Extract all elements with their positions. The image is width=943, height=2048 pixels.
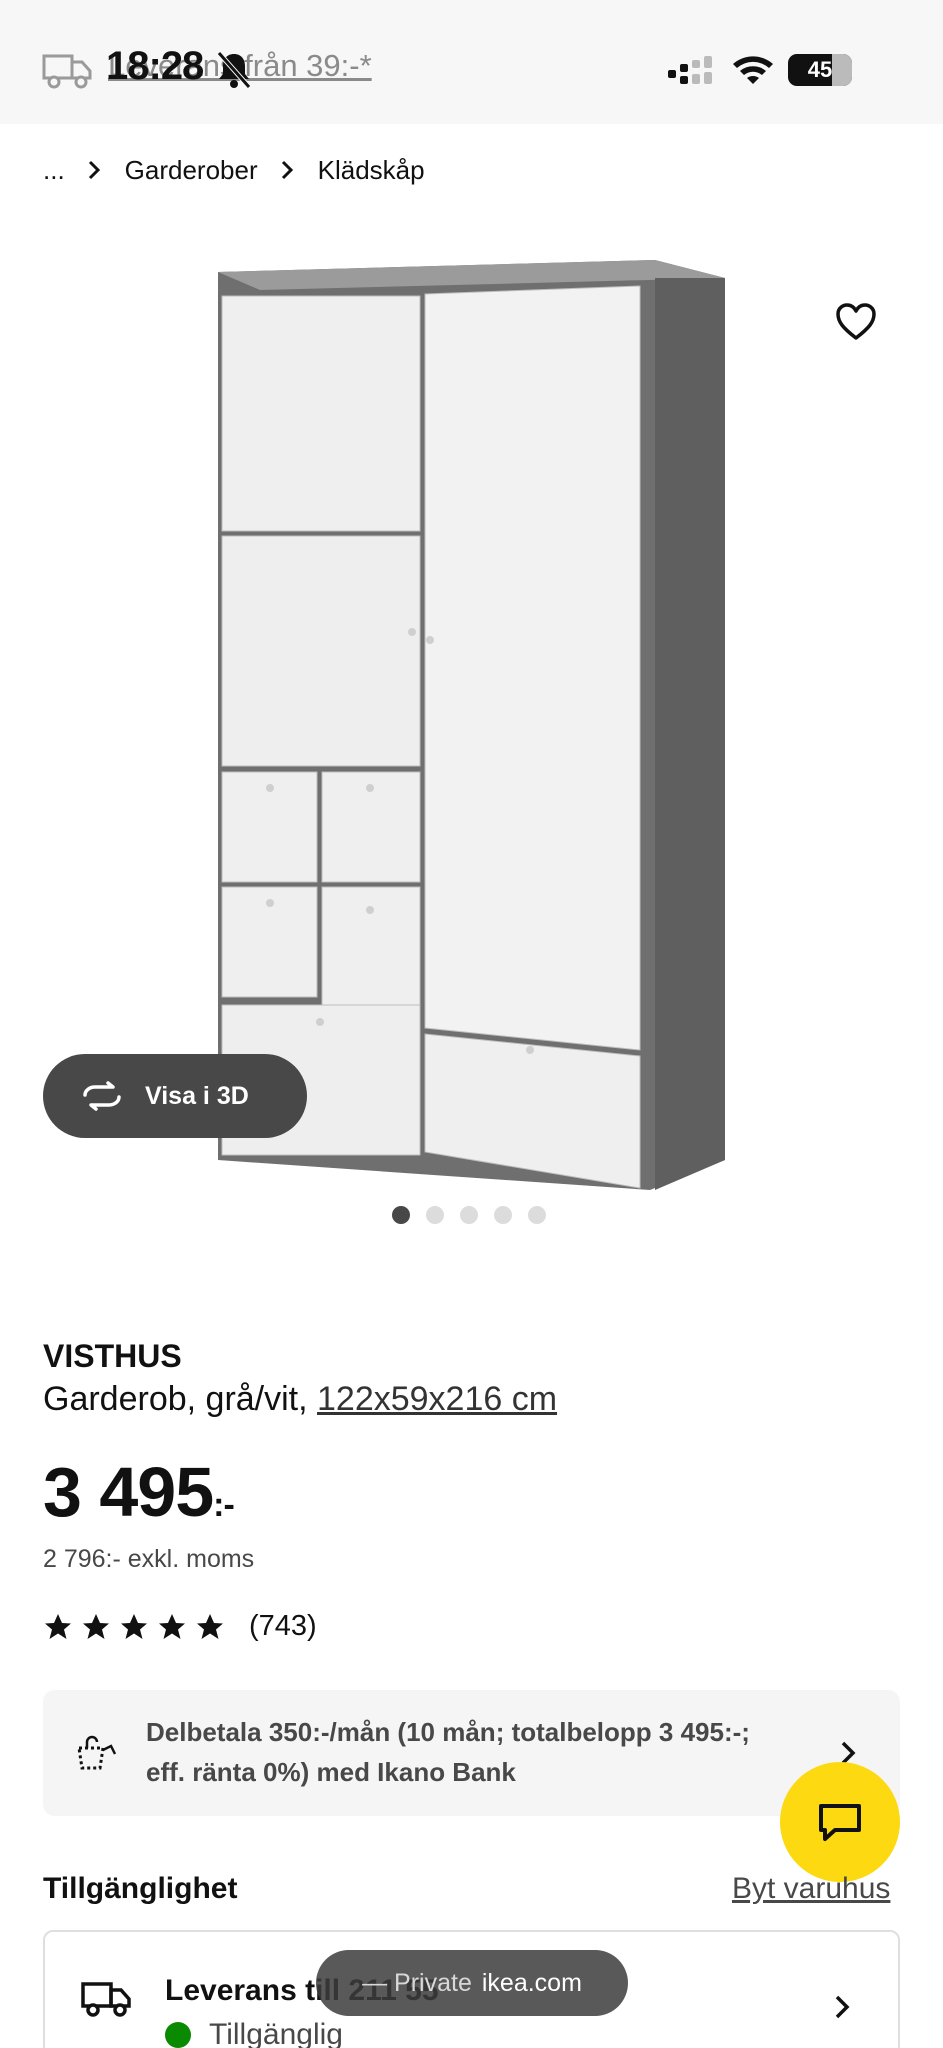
heart-icon <box>836 303 876 340</box>
chat-bubble-icon <box>819 1804 861 1841</box>
rotate-3d-icon <box>83 1081 121 1111</box>
breadcrumb-ellipsis[interactable]: ... <box>43 155 65 186</box>
shopping-bag-icon <box>77 1735 117 1770</box>
availability-title: Tillgänglighet <box>43 1872 238 1905</box>
product-dimensions-link[interactable]: 122x59x216 cm <box>317 1380 557 1418</box>
browser-domain: ikea.com <box>481 1968 582 1997</box>
breadcrumb: ... Garderober Klädskåp <box>43 152 425 188</box>
available-dot-icon <box>165 2022 191 2048</box>
truck-icon <box>42 54 92 89</box>
chat-button[interactable] <box>780 1762 900 1882</box>
product-description-text: Garderob, grå/vit, <box>43 1380 318 1418</box>
star-icon <box>159 1613 185 1639</box>
product-rating[interactable]: (743) <box>43 1610 317 1643</box>
rating-stars <box>43 1612 233 1642</box>
breadcrumb-item-kladskap[interactable]: Klädskåp <box>318 155 425 186</box>
star-icon <box>45 1613 71 1639</box>
private-mode-label: — Private <box>362 1968 472 1997</box>
change-store-link[interactable]: Byt varuhus <box>732 1872 890 1906</box>
product-price: 3 495:- <box>43 1452 235 1532</box>
gallery-dot[interactable] <box>460 1206 478 1224</box>
price-suffix: :- <box>213 1486 235 1524</box>
chevron-right-icon <box>81 157 107 183</box>
product-description: Garderob, grå/vit, 122x59x216 cm <box>43 1380 557 1419</box>
gallery-dot-active[interactable] <box>392 1206 410 1224</box>
star-icon <box>121 1613 147 1639</box>
add-to-favourites-button[interactable] <box>826 292 886 352</box>
delivery-status: Tillgänglig <box>165 2018 343 2048</box>
chevron-right-icon <box>835 1995 850 2019</box>
gallery-dot[interactable] <box>426 1206 444 1224</box>
bell-off-icon <box>217 51 251 89</box>
price-excl-vat: 2 796:- exkl. moms <box>43 1545 255 1573</box>
battery-indicator: 45 <box>788 54 852 86</box>
gallery-dot[interactable] <box>528 1206 546 1224</box>
delivery-status-label: Tillgänglig <box>209 2018 343 2048</box>
view-in-3d-button[interactable]: Visa i 3D <box>43 1054 307 1138</box>
status-time: 18:28 <box>106 44 204 88</box>
chevron-right-icon <box>274 157 300 183</box>
product-name: VISTHUS <box>43 1338 182 1374</box>
status-bar: Leverans från 39:-* 18:28 45 <box>0 0 943 124</box>
cellular-signal-icon <box>668 56 712 84</box>
browser-address-pill[interactable]: — Private ikea.com <box>316 1950 628 2016</box>
product-gallery[interactable] <box>0 230 943 1190</box>
review-count: (743) <box>249 1610 317 1642</box>
price-value: 3 495 <box>43 1453 214 1531</box>
star-icon <box>197 1613 223 1639</box>
wifi-icon <box>733 56 773 84</box>
star-icon <box>83 1613 109 1639</box>
gallery-pagination <box>392 1206 562 1224</box>
breadcrumb-item-garderober[interactable]: Garderober <box>125 155 258 186</box>
installment-banner[interactable]: Delbetala 350:-/mån (10 mån; totalbelopp… <box>43 1690 900 1816</box>
installment-text: Delbetala 350:-/mån (10 mån; totalbelopp… <box>146 1717 750 1787</box>
view-in-3d-label: Visa i 3D <box>145 1081 249 1110</box>
wardrobe-product-image[interactable] <box>200 260 740 1190</box>
gallery-dot[interactable] <box>494 1206 512 1224</box>
truck-icon <box>81 1982 131 2017</box>
